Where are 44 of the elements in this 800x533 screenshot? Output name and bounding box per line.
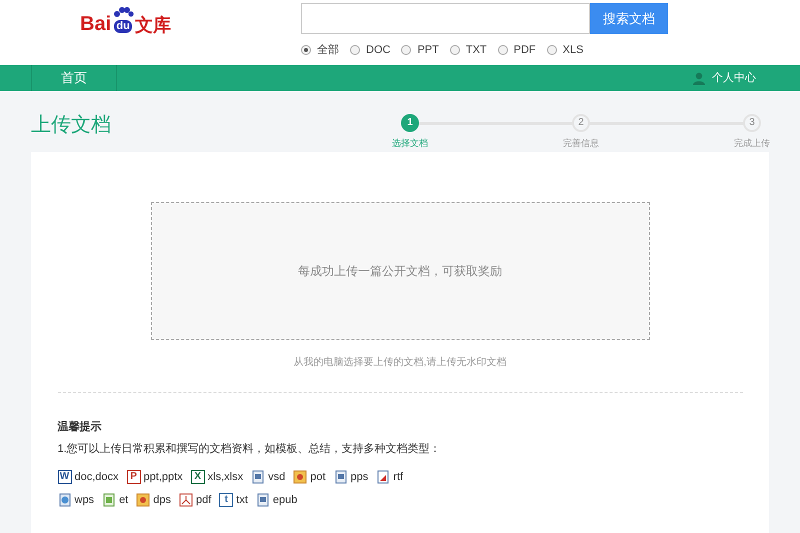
file-type-radio[interactable]: XLS	[546, 42, 584, 58]
tips-text: 1.您可以上传日常积累和撰写的文档资料，如模板、总结，支持多种文档类型：	[58, 442, 442, 456]
file-type-label: et	[119, 492, 128, 508]
file-type-radio[interactable]: TXT	[450, 42, 487, 58]
file-type-icon: W	[58, 470, 72, 484]
file-type-icon	[376, 470, 390, 484]
file-type-icon	[58, 492, 72, 507]
file-type-icon	[256, 492, 270, 507]
file-type-label: pdf	[196, 492, 212, 508]
paw-icon	[112, 6, 134, 20]
page-title: 上传文档	[31, 113, 111, 138]
drop-zone-text: 每成功上传一篇公开文档，可获取奖励	[298, 263, 502, 280]
file-type-icon	[179, 492, 193, 507]
file-type-label: doc,docx	[74, 470, 119, 485]
file-type-radio[interactable]: 全部	[301, 42, 339, 58]
file-type-icon	[251, 470, 266, 484]
file-type-icon	[136, 492, 150, 507]
file-type-icon: X	[190, 470, 205, 484]
file-type-icon: t	[219, 492, 234, 507]
file-type-radio[interactable]: DOC	[350, 42, 390, 58]
step-label: 完成上传	[734, 136, 770, 150]
step-label: 完善信息	[563, 136, 599, 150]
tips-title: 温馨提示	[58, 420, 102, 435]
file-type-label: xls,xlsx	[208, 470, 244, 485]
file-type-icon	[102, 492, 116, 507]
file-type-icon	[293, 470, 308, 484]
file-type-icon	[334, 470, 348, 484]
file-type-radio[interactable]: PPT	[401, 42, 439, 58]
user-icon	[692, 72, 706, 84]
file-type-label: txt	[236, 492, 248, 508]
logo: Bai du 文库	[80, 2, 172, 34]
file-type-label: dps	[153, 492, 171, 508]
file-type-label: wps	[74, 492, 94, 508]
file-type-radio[interactable]: PDF	[498, 42, 536, 58]
file-type-label: pot	[310, 470, 326, 485]
file-type-label: ppt,pptx	[144, 470, 183, 485]
file-type-icon: P	[126, 470, 141, 484]
file-type-label: rtf	[393, 470, 404, 485]
file-type-label: epub	[272, 492, 298, 508]
search-field[interactable]	[301, 3, 590, 34]
upload-hint: 从我的电脑选择要上传的文档,请上传无水印文档	[294, 356, 506, 370]
file-type-label: vsd	[268, 470, 286, 485]
step-label: 选择文档	[392, 136, 428, 150]
file-type-label: pps	[350, 470, 368, 485]
